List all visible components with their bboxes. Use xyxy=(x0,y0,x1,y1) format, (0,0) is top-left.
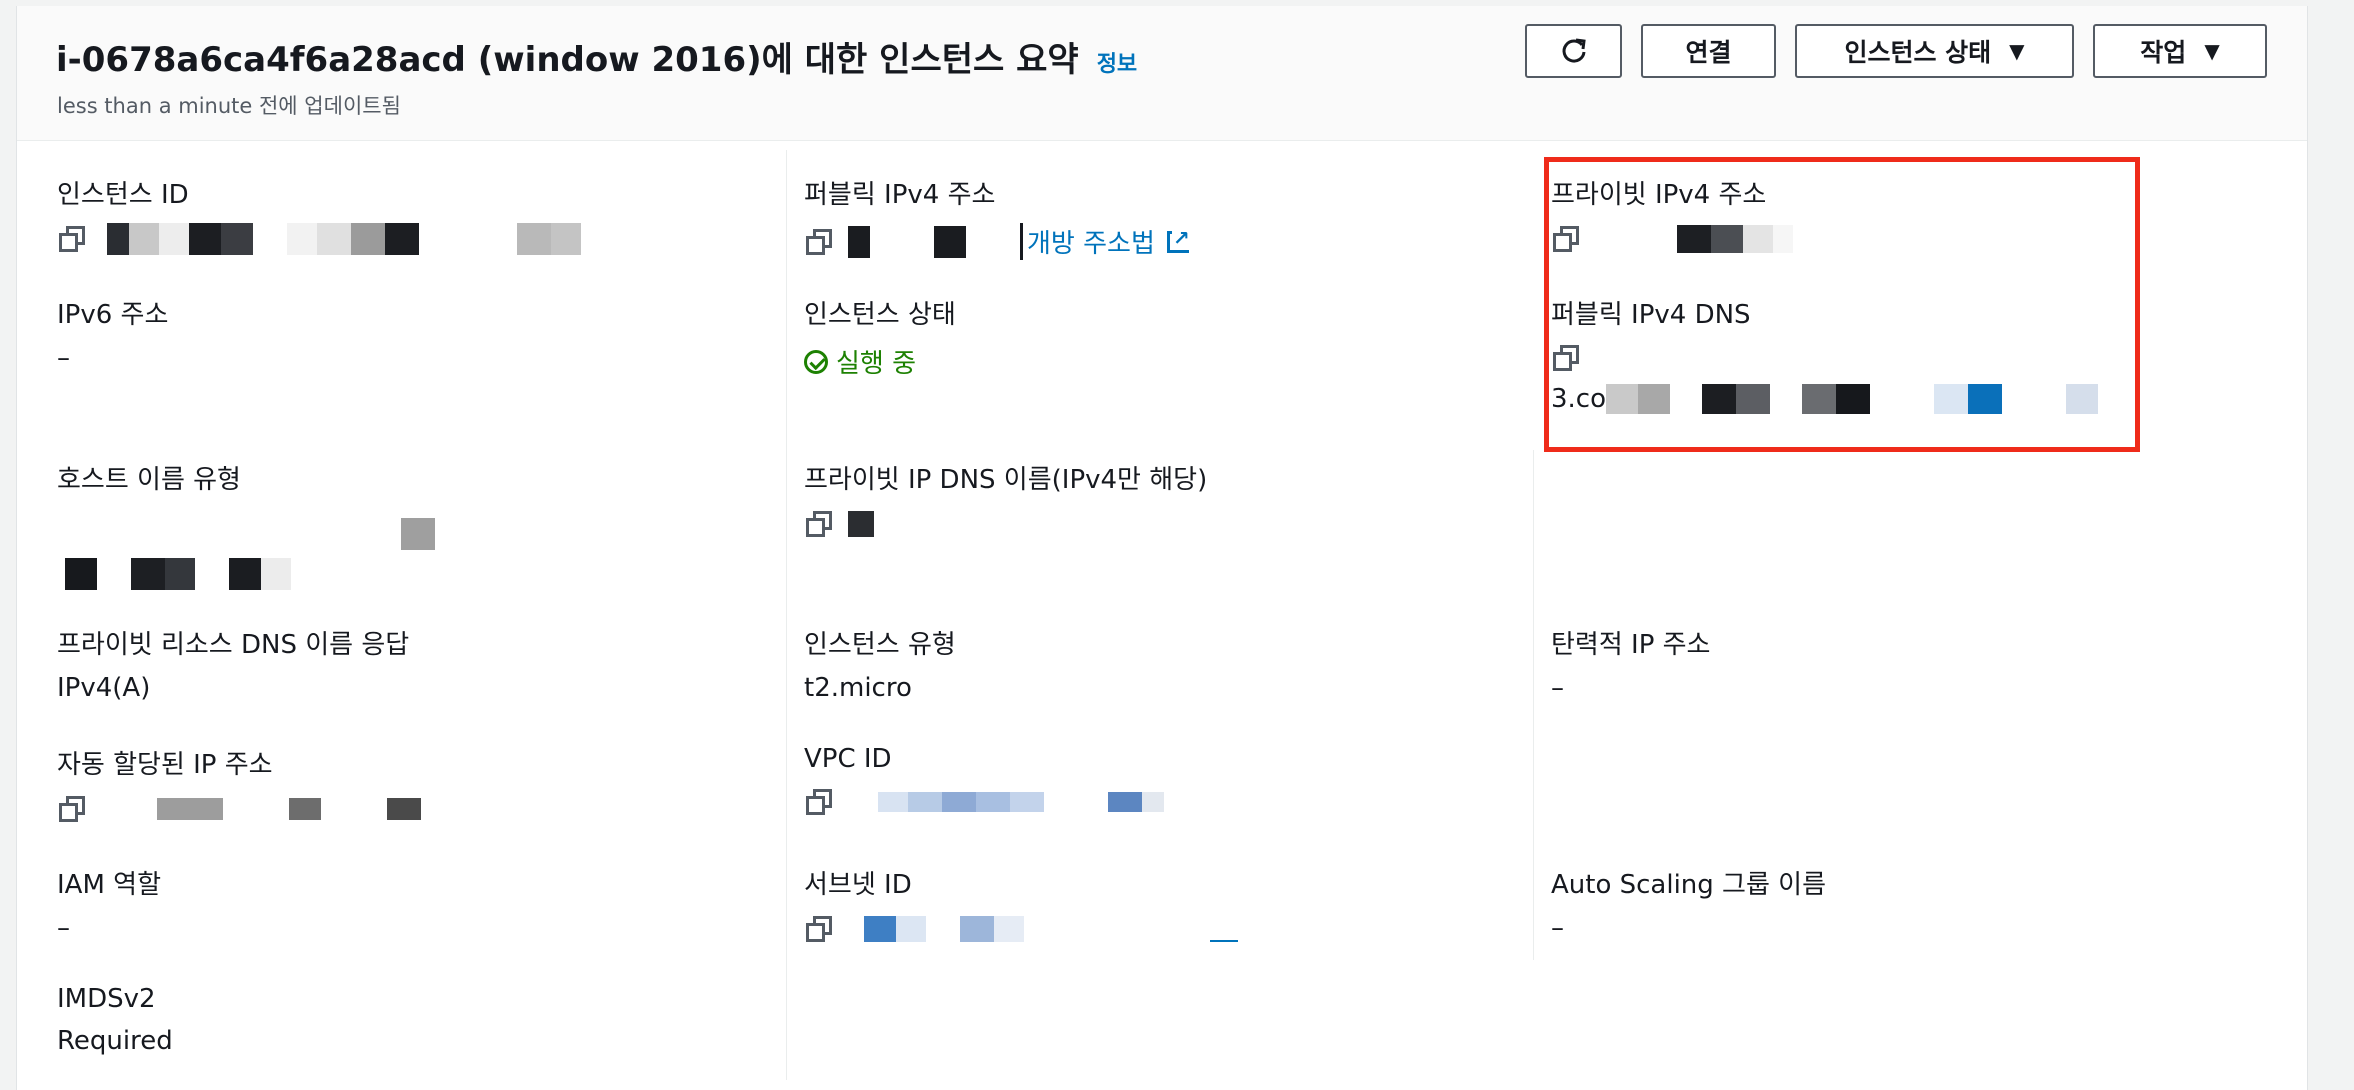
instance-state-label: 인스턴스 상태 xyxy=(1844,38,1992,67)
instance-summary-panel: i-0678a6ca4f6a28acd (window 2016)에 대한 인스… xyxy=(16,6,2308,1090)
field-label: 호스트 이름 유형 xyxy=(57,465,241,495)
info-link[interactable]: 정보 xyxy=(1097,46,1137,78)
column-divider xyxy=(1533,450,1534,960)
instance-state-button[interactable]: 인스턴스 상태 ▼ xyxy=(1795,24,2074,78)
field-vpc-id: VPC ID xyxy=(804,744,1164,818)
private-resource-dns-value: IPv4(A) xyxy=(57,673,151,703)
field-elastic-ip: 탄력적 IP 주소 – xyxy=(1551,624,1710,703)
field-instance-state: 인스턴스 상태 실행 중 xyxy=(804,294,956,380)
field-label: 인스턴스 유형 xyxy=(804,630,956,660)
private-ip-dns-value xyxy=(804,508,1207,540)
hostname-type-value xyxy=(57,518,435,550)
field-instance-type: 인스턴스 유형 t2.micro xyxy=(804,624,956,703)
imdsv2-value: Required xyxy=(57,1026,173,1056)
copy-icon[interactable] xyxy=(804,509,834,539)
field-label: 인스턴스 ID xyxy=(57,180,189,210)
field-label: Auto Scaling 그룹 이름 xyxy=(1551,870,1827,900)
iam-role-value: – xyxy=(57,913,70,943)
field-label: 서브넷 ID xyxy=(804,870,912,900)
copy-icon[interactable] xyxy=(804,914,834,944)
field-private-ip-dns: 프라이빗 IP DNS 이름(IPv4만 해당) xyxy=(804,459,1207,540)
field-label: IMDSv2 xyxy=(57,984,156,1014)
refresh-icon xyxy=(1562,38,1586,63)
caret-down-icon: ▼ xyxy=(2204,39,2220,63)
external-link-icon[interactable] xyxy=(1166,225,1191,253)
actions-button[interactable]: 작업 ▼ xyxy=(2093,24,2267,78)
refresh-button[interactable] xyxy=(1525,24,1622,78)
field-label: 자동 할당된 IP 주소 xyxy=(57,750,273,780)
field-instance-id: 인스턴스 ID xyxy=(57,174,581,255)
field-auto-ip: 자동 할당된 IP 주소 xyxy=(57,744,421,825)
public-ipv4-value: 개방 주소법 xyxy=(804,223,1191,260)
field-label: 프라이빗 IP DNS 이름(IPv4만 해당) xyxy=(804,465,1208,495)
instance-type-value: t2.micro xyxy=(804,673,912,703)
instance-state-text: 실행 중 xyxy=(836,349,917,379)
instance-id-value xyxy=(57,223,581,255)
copy-icon[interactable] xyxy=(57,794,87,824)
field-label: IPv6 주소 xyxy=(57,300,169,330)
auto-scaling-value: – xyxy=(1551,913,1564,943)
field-auto-scaling: Auto Scaling 그룹 이름 – xyxy=(1551,864,1826,943)
open-address-link[interactable]: 개방 주소법 xyxy=(1020,223,1155,260)
ipv6-value: – xyxy=(57,343,70,373)
title-row: i-0678a6ca4f6a28acd (window 2016)에 대한 인스… xyxy=(56,32,1137,81)
vpc-id-value xyxy=(804,786,1164,818)
last-updated-text: less than a minute 전에 업데이트됨 xyxy=(57,94,401,118)
instance-state-value: 실행 중 xyxy=(804,343,956,380)
summary-header: i-0678a6ca4f6a28acd (window 2016)에 대한 인스… xyxy=(17,6,2307,141)
check-circle-icon xyxy=(804,349,828,374)
field-ipv6: IPv6 주소 – xyxy=(57,294,168,373)
field-iam-role: IAM 역할 – xyxy=(57,864,161,943)
connect-button[interactable]: 연결 xyxy=(1641,24,1776,78)
hostname-type-value-line2 xyxy=(57,558,435,590)
auto-ip-value xyxy=(57,793,421,825)
field-imdsv2: IMDSv2 Required xyxy=(57,984,173,1056)
field-hostname-type: 호스트 이름 유형 xyxy=(57,459,435,590)
highlight-annotation-box xyxy=(1544,157,2140,452)
field-label: 인스턴스 상태 xyxy=(804,300,956,330)
field-subnet-id: 서브넷 ID xyxy=(804,864,1238,945)
actions-label: 작업 xyxy=(2140,38,2187,67)
copy-icon[interactable] xyxy=(804,787,834,817)
field-public-ipv4: 퍼블릭 IPv4 주소 개방 주소법 xyxy=(804,174,1191,260)
caret-down-icon: ▼ xyxy=(2009,39,2025,63)
field-label: VPC ID xyxy=(804,744,892,774)
field-label: 퍼블릭 IPv4 주소 xyxy=(804,180,996,210)
field-label: 탄력적 IP 주소 xyxy=(1551,630,1711,660)
elastic-ip-value: – xyxy=(1551,673,1564,703)
field-label: IAM 역할 xyxy=(57,870,161,900)
copy-icon[interactable] xyxy=(57,224,87,254)
column-divider xyxy=(786,150,787,1080)
open-address-label: 개방 주소법 xyxy=(1027,229,1155,259)
copy-icon[interactable] xyxy=(804,227,834,257)
connect-label: 연결 xyxy=(1685,38,1732,67)
field-private-resource-dns: 프라이빗 리소스 DNS 이름 응답 IPv4(A) xyxy=(57,624,409,703)
page-title: i-0678a6ca4f6a28acd (window 2016)에 대한 인스… xyxy=(56,40,1079,80)
field-label: 프라이빗 리소스 DNS 이름 응답 xyxy=(57,630,410,660)
subnet-id-value xyxy=(804,913,1238,945)
